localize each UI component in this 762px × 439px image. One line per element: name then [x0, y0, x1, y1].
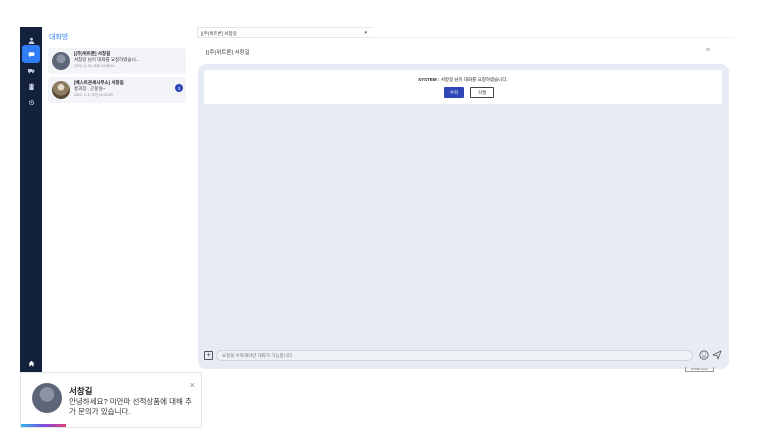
system-message-card: SYSTEM : 서창길 님이 대화를 요청하였습니다. 수락 거절: [204, 70, 722, 104]
toast-message: 안녕하세요? 미안마 선적상품에 대해 추가 문의가 있습니다.: [69, 397, 192, 416]
avatar: [52, 81, 70, 99]
chat-item-time: 2022. 4. 20. 오후 10:58:21: [74, 64, 115, 68]
chat-list-item[interactable]: [베스트관세사무소] 서창길 홍과장.. 곤뭉실~ 2022. 4. 6. 오전…: [48, 77, 186, 103]
system-message-text: SYSTEM : 서창길 님이 대화를 요청하였습니다.: [204, 77, 722, 83]
select-divider: [372, 27, 733, 38]
byte-counter: 0/1000 bytes: [685, 367, 714, 372]
system-message-prefix: SYSTEM :: [418, 77, 440, 82]
system-message-body: 서창길 님이 대화를 요청하였습니다.: [440, 77, 508, 82]
chat-item-message: 서창길 님이 대화를 요청하였습니...: [74, 57, 140, 62]
sidebar-rail: [20, 27, 42, 372]
chat-header-title: [(주)위트론] 서창길: [206, 50, 250, 56]
accept-button[interactable]: 수락: [444, 87, 464, 98]
room-select[interactable]: [(주)위트론] 서창길 ▾: [197, 27, 372, 38]
room-select-value: [(주)위트론] 서창길: [201, 31, 237, 36]
emoji-icon[interactable]: [699, 350, 709, 360]
avatar: [52, 52, 70, 70]
hamburger-icon[interactable]: ≡: [706, 47, 710, 54]
chat-list-panel: 대화방 [(주)위트론] 서창길 서창길 님이 대화를 요청하였습니... 20…: [42, 27, 190, 372]
gear-icon[interactable]: [20, 93, 42, 111]
unread-badge: 3: [175, 84, 183, 92]
chat-list-item[interactable]: [(주)위트론] 서창길 서창길 님이 대화를 요청하였습니... 2022. …: [48, 48, 186, 74]
message-input[interactable]: [216, 350, 693, 361]
chat-messages-area: SYSTEM : 서창길 님이 대화를 요청하였습니다. 수락 거절 +: [198, 64, 729, 369]
toast-sender-name: 서창길: [69, 386, 93, 396]
toast-progress-bar: [21, 424, 66, 427]
chat-item-message: 홍과장.. 곤뭉실~: [74, 86, 106, 91]
chat-item-time: 2022. 4. 6. 오전 10:24:33: [74, 93, 113, 97]
caret-down-icon: ▾: [364, 30, 367, 36]
reject-button[interactable]: 거절: [470, 87, 494, 98]
home-icon[interactable]: [20, 354, 42, 372]
attach-plus-icon[interactable]: +: [204, 351, 213, 360]
message-toast[interactable]: 서창길 안녕하세요? 미안마 선적상품에 대해 추가 문의가 있습니다. ×: [20, 372, 202, 428]
close-icon[interactable]: ×: [190, 380, 195, 390]
app-root: 대화방 [(주)위트론] 서창길 서창길 님이 대화를 요청하였습니... 20…: [0, 0, 762, 439]
chat-list-title: 대화방: [49, 34, 69, 41]
avatar: [32, 383, 62, 413]
send-icon[interactable]: [712, 350, 722, 360]
